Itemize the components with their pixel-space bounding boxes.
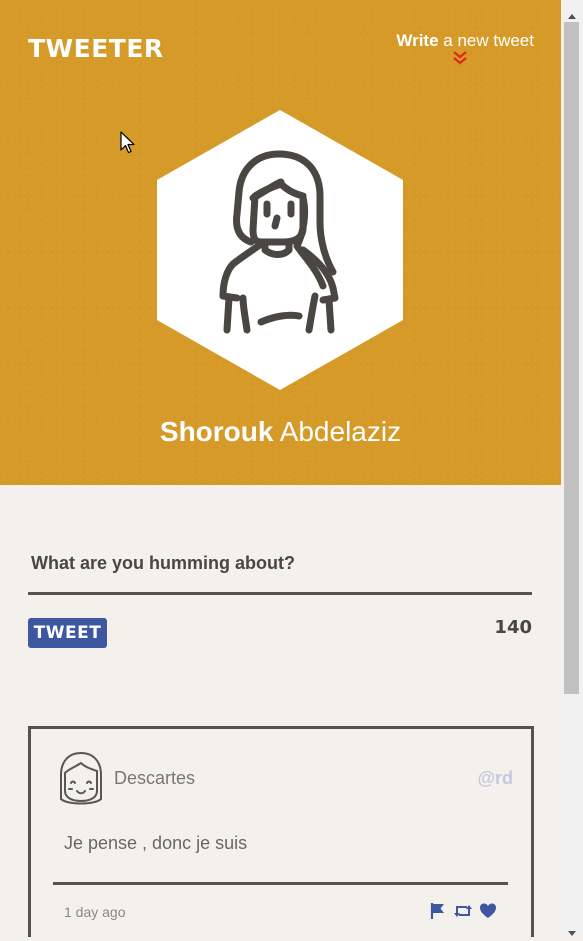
flag-icon[interactable] bbox=[429, 902, 447, 924]
vertical-scrollbar[interactable] bbox=[561, 0, 583, 937]
tweet-input[interactable]: What are you humming about? bbox=[31, 553, 295, 574]
retweet-icon[interactable] bbox=[453, 902, 473, 924]
heart-icon[interactable] bbox=[479, 902, 497, 924]
mouse-cursor-icon bbox=[120, 131, 136, 159]
tweet-divider bbox=[53, 882, 508, 885]
character-counter: 140 bbox=[494, 617, 532, 638]
write-new-tweet-link[interactable]: Write a new tweet bbox=[396, 30, 534, 52]
write-link-strong: Write bbox=[396, 31, 439, 50]
tweet-card: Descartes @rd Je pense , donc je suis 1 … bbox=[28, 726, 534, 937]
tweet-timestamp: 1 day ago bbox=[64, 904, 126, 920]
scrollbar-thumb[interactable] bbox=[564, 22, 579, 694]
profile-last-name: Abdelaziz bbox=[273, 416, 402, 447]
tweet-button[interactable]: TWEET bbox=[28, 618, 107, 648]
write-link-rest: a new tweet bbox=[438, 31, 534, 50]
profile-header: TWEETER Write a new tweet Shorouk Abdela… bbox=[0, 0, 561, 485]
composer-underline bbox=[28, 592, 532, 595]
profile-name: Shorouk Abdelaziz bbox=[0, 414, 561, 450]
tweet-author-handle[interactable]: @rd bbox=[477, 768, 513, 789]
app-logo[interactable]: TWEETER bbox=[28, 34, 164, 64]
profile-avatar bbox=[157, 110, 403, 390]
tweet-avatar bbox=[55, 751, 107, 807]
page: TWEETER Write a new tweet Shorouk Abdela… bbox=[0, 0, 561, 937]
tweet-author-name: Descartes bbox=[114, 768, 196, 788]
profile-first-name: Shorouk bbox=[159, 416, 274, 447]
tweet-text: Je pense , donc je suis bbox=[64, 833, 248, 853]
chevron-double-down-icon[interactable] bbox=[452, 50, 468, 70]
scroll-down-arrow-icon[interactable] bbox=[567, 922, 577, 941]
